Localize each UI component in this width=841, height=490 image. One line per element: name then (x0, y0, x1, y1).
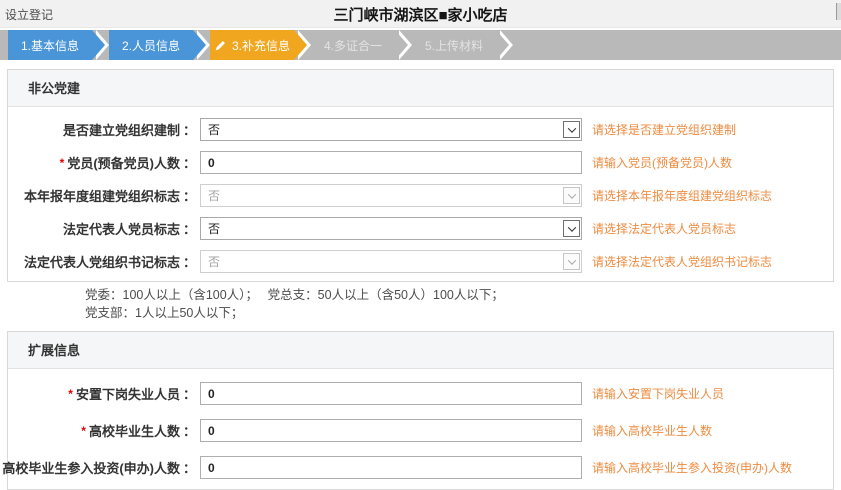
chevron-down-icon[interactable] (563, 253, 580, 270)
field-hint: 请选择是否建立党组织建制 (592, 121, 736, 138)
field-control: 否 (200, 217, 582, 240)
form-row: * 安置下岗失业人员 ： 请输入安置下岗失业人员 (8, 375, 833, 412)
form-row: 本年报年度组建党组织标志 ： 否 请选择本年报年度组建党组织标志 (8, 179, 833, 212)
field-label: * 党员(预备党员)人数 ： (8, 153, 198, 172)
chevron-down-icon[interactable] (563, 121, 580, 138)
select-value: 否 (201, 121, 563, 138)
scrollbar-fragment[interactable] (836, 3, 841, 20)
field-label: 法定代表人党员标志 ： (8, 219, 198, 238)
form-section: 非公党建 是否建立党组织建制 ： 否 请选择是否建立党组织建制 * 党员(预备党… (7, 69, 834, 282)
field-hint: 请选择法定代表人党组织书记标志 (592, 253, 772, 270)
form-row: * 高校毕业生参入投资(申办)人数 ： 请输入高校毕业生参入投资(申办)人数 (8, 449, 833, 486)
field-select[interactable]: 否 (200, 217, 582, 240)
field-label: * 高校毕业生参入投资(申办)人数 ： (8, 458, 198, 477)
field-label-text: 安置下岗失业人员 (76, 384, 180, 403)
field-label: 法定代表人党组织书记标志 ： (8, 252, 198, 271)
field-label-text: 高校毕业生人数 (89, 421, 180, 440)
wizard-step[interactable]: 1.基本信息 (8, 30, 92, 60)
section-note: 党委：100人以上（含100人）； 党总支：50人以上（含50人）100人以下；… (85, 286, 834, 322)
required-asterisk: * (60, 156, 65, 170)
section-body: 是否建立党组织建制 ： 否 请选择是否建立党组织建制 * 党员(预备党员)人数 … (8, 107, 833, 281)
field-hint: 请输入高校毕业生参入投资(申办)人数 (592, 459, 792, 476)
wizard-step[interactable]: 4.多证合一 (311, 30, 395, 60)
section-header: 非公党建 (8, 70, 833, 107)
label-colon: ： (183, 153, 196, 172)
form-row: 是否建立党组织建制 ： 否 请选择是否建立党组织建制 (8, 113, 833, 146)
section-header: 扩展信息 (8, 332, 833, 369)
chevron-down-icon[interactable] (563, 187, 580, 204)
form-row: 法定代表人党组织书记标志 ： 否 请选择法定代表人党组织书记标志 (8, 245, 833, 278)
label-colon: ： (183, 458, 196, 477)
form-section: 扩展信息 * 安置下岗失业人员 ： 请输入安置下岗失业人员 * 高校毕业生人数 … (7, 331, 834, 490)
topbar: 设立登记 三门峡市湖滨区■家小吃店 (0, 0, 841, 28)
wizard-step[interactable]: 5.上传材料 (412, 30, 496, 60)
field-hint: 请输入高校毕业生人数 (592, 422, 712, 439)
section-body: * 安置下岗失业人员 ： 请输入安置下岗失业人员 * 高校毕业生人数 ： 请输入… (8, 369, 833, 489)
field-control (200, 382, 582, 405)
field-label: 是否建立党组织建制 ： (8, 120, 198, 139)
chevron-down-icon[interactable] (563, 220, 580, 237)
note-line: 党委：100人以上（含100人）； 党总支：50人以上（含50人）100人以下； (85, 286, 834, 304)
label-colon: ： (183, 219, 196, 238)
label-colon: ： (183, 421, 196, 440)
entity-title: 三门峡市湖滨区■家小吃店 (0, 4, 841, 25)
field-label: * 安置下岗失业人员 ： (8, 384, 198, 403)
required-asterisk: * (68, 387, 73, 401)
field-label: 本年报年度组建党组织标志 ： (8, 186, 198, 205)
field-label: * 高校毕业生人数 ： (8, 421, 198, 440)
form-content: 非公党建 是否建立党组织建制 ： 否 请选择是否建立党组织建制 * 党员(预备党… (0, 60, 841, 490)
step-wizard: 1.基本信息 2.人员信息 3.补充信息 4.多证合一 5.上传材料 (0, 30, 841, 60)
field-label-text: 本年报年度组建党组织标志 (24, 186, 180, 205)
field-hint: 请输入党员(预备党员)人数 (592, 154, 732, 171)
field-input[interactable] (200, 151, 582, 174)
field-control: 否 (200, 250, 582, 273)
field-label-text: 高校毕业生参入投资(申办)人数 (2, 458, 180, 477)
app-window: 设立登记 三门峡市湖滨区■家小吃店 1.基本信息 2.人员信息 3.补充信息 (0, 0, 841, 490)
field-hint: 请选择本年报年度组建党组织标志 (592, 187, 772, 204)
field-control (200, 456, 582, 479)
form-row: * 党员(预备党员)人数 ： 请输入党员(预备党员)人数 (8, 146, 833, 179)
field-label-text: 法定代表人党组织书记标志 (24, 252, 180, 271)
field-label-text: 是否建立党组织建制 (63, 120, 180, 139)
select-value: 否 (201, 253, 563, 270)
field-hint: 请输入安置下岗失业人员 (592, 385, 724, 402)
field-input[interactable] (200, 456, 582, 479)
field-control: 否 (200, 118, 582, 141)
wizard-step-label: 3.补充信息 (232, 37, 290, 54)
field-control (200, 151, 582, 174)
label-colon: ： (183, 252, 196, 271)
label-colon: ： (183, 384, 196, 403)
field-label-text: 党员(预备党员)人数 (67, 153, 180, 172)
select-value: 否 (201, 187, 563, 204)
select-value: 否 (201, 220, 563, 237)
wizard-step[interactable]: 3.补充信息 (210, 30, 294, 60)
field-control (200, 419, 582, 442)
wizard-step-label: 2.人员信息 (122, 37, 180, 54)
field-input[interactable] (200, 382, 582, 405)
field-label-text: 法定代表人党员标志 (63, 219, 180, 238)
wizard-step-label: 4.多证合一 (324, 37, 382, 54)
section-title: 非公党建 (28, 81, 80, 96)
label-colon: ： (183, 186, 196, 205)
field-select[interactable]: 否 (200, 250, 582, 273)
wizard-step-label: 5.上传材料 (425, 37, 483, 54)
label-colon: ： (183, 120, 196, 139)
required-asterisk: * (81, 424, 86, 438)
form-row: * 高校毕业生人数 ： 请输入高校毕业生人数 (8, 412, 833, 449)
form-row: 法定代表人党员标志 ： 否 请选择法定代表人党员标志 (8, 212, 833, 245)
wizard-step[interactable]: 2.人员信息 (109, 30, 193, 60)
field-select[interactable]: 否 (200, 184, 582, 207)
wizard-step-label: 1.基本信息 (21, 37, 79, 54)
field-control: 否 (200, 184, 582, 207)
section-title: 扩展信息 (28, 343, 80, 358)
pencil-icon (214, 39, 227, 52)
note-line: 党支部：1人以上50人以下； (85, 304, 834, 322)
field-input[interactable] (200, 419, 582, 442)
field-hint: 请选择法定代表人党员标志 (592, 220, 736, 237)
field-select[interactable]: 否 (200, 118, 582, 141)
